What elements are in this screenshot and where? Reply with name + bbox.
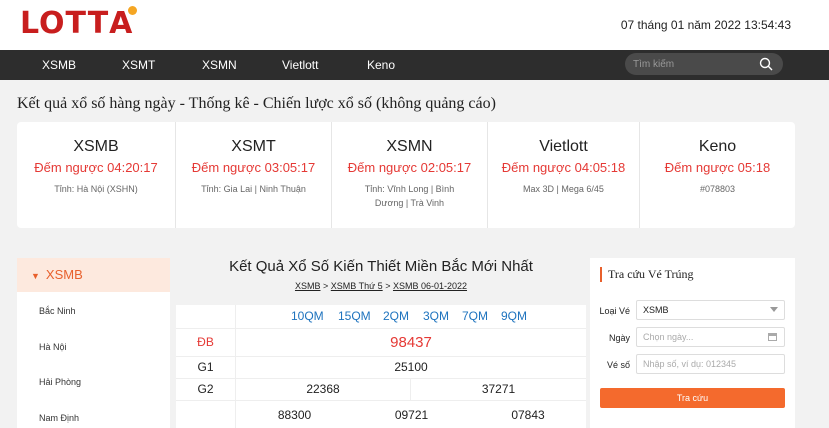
summary-countdown: Đếm ngược 04:20:17 (34, 160, 158, 175)
results-panel: Kết Quả Xổ Số Kiến Thiết Miền Bắc Mới Nh… (176, 250, 586, 428)
summary-countdown: Đếm ngược 05:18 (664, 160, 771, 175)
ticket-number-placeholder: Nhập số, ví dụ: 012345 (643, 359, 737, 369)
lookup-title: Tra cứu Vé Trúng (600, 267, 694, 282)
current-datetime: 07 tháng 01 năm 2022 13:54:43 (620, 18, 791, 32)
prize-label: G1 (176, 357, 236, 378)
prize-value: 25100 (394, 360, 428, 374)
quick-links-spacer (176, 305, 236, 328)
summary-subtitle: Tỉnh: Hà Nội (XSHN) (54, 184, 138, 194)
results-title: Kết Quả Xổ Số Kiến Thiết Miền Bắc Mới Nh… (229, 258, 533, 275)
lottery-summary: XSMB Đếm ngược 04:20:17 Tỉnh: Hà Nội (XS… (17, 122, 795, 228)
breadcrumb-separator: > (323, 281, 329, 291)
search-input[interactable] (633, 56, 753, 72)
chevron-down-icon (770, 307, 778, 312)
summary-countdown: Đếm ngược 02:05:17 (347, 160, 472, 175)
logo-text: LOTT (20, 5, 110, 41)
nav-item-vietlott[interactable]: Vietlott (282, 50, 318, 80)
ticket-lookup-panel: Tra cứu Vé Trúng Loại Vé XSMB Ngày Chọn … (590, 258, 795, 428)
lookup-button[interactable]: Tra cứu (600, 388, 785, 408)
ticket-type-select[interactable]: XSMB (636, 300, 785, 320)
summary-title: XSMN (386, 138, 433, 155)
logo-dot-icon (128, 5, 138, 15)
quick-link-3qm[interactable]: 3QM (423, 309, 449, 323)
nav-item-keno[interactable]: Keno (367, 50, 395, 80)
sidebar-head-label: XSMB (45, 267, 83, 282)
sidebar-item-bac-ninh[interactable]: Bắc Ninh (17, 301, 170, 321)
sidebar-item-hai-phong[interactable]: Hải Phòng (17, 372, 170, 392)
special-prize-value: 98437 (390, 334, 432, 351)
summary-xsmt[interactable]: XSMT Đếm ngược 03:05:17 Tỉnh: Gia Lai | … (175, 122, 331, 228)
date-label: Ngày (608, 333, 630, 343)
table-row-g1: G1 25100 (176, 356, 586, 378)
ticket-number-label: Vé số (606, 360, 630, 370)
summary-subtitle: Max 3D | Mega 6/45 (523, 184, 604, 194)
summary-vietlott[interactable]: Vietlott Đếm ngược 04:05:18 Max 3D | Meg… (487, 122, 639, 228)
sidebar-item-nam-dinh[interactable]: Nam Định (17, 408, 170, 428)
caret-down-icon: ▼ (31, 271, 40, 281)
nav-item-xsmn[interactable]: XSMN (202, 50, 237, 80)
table-row-g3: 88300 09721 07843 (176, 400, 586, 428)
summary-subtitle: Tỉnh: Gia Lai | Ninh Thuận (201, 184, 306, 194)
prize-label: G2 (176, 379, 236, 400)
site-logo[interactable]: LOTT A (20, 5, 138, 41)
logo-last-letter: A (109, 5, 138, 41)
sidebar-head-xsmb[interactable]: ▼ XSMB (17, 258, 170, 292)
nav-item-xsmb[interactable]: XSMB (42, 50, 76, 80)
table-row-special-prize: ĐB 98437 (176, 328, 586, 356)
breadcrumb-xsmb[interactable]: XSMB (295, 281, 321, 291)
summary-subtitle: Tỉnh: Vĩnh Long | Bình Dương | Trà Vinh (364, 184, 455, 208)
summary-title: Keno (698, 138, 737, 155)
prize-value: 22368 (236, 379, 411, 400)
quick-link-7qm[interactable]: 7QM (462, 309, 488, 323)
quick-link-2qm[interactable]: 2QM (383, 309, 409, 323)
page-tagline: Kết quả xổ số hàng ngày - Thống kê - Chi… (17, 95, 496, 112)
search-box (625, 53, 783, 75)
summary-xsmn[interactable]: XSMN Đếm ngược 02:05:17 Tỉnh: Vĩnh Long … (331, 122, 487, 228)
quick-link-9qm[interactable]: 9QM (501, 309, 527, 323)
main-nav: XSMB XSMT XSMN Vietlott Keno (0, 50, 829, 80)
summary-keno[interactable]: Keno Đếm ngược 05:18 #078803 (639, 122, 795, 228)
prize-value: 07843 (511, 408, 545, 422)
table-row-g2: G2 22368 37271 (176, 378, 586, 400)
sidebar-item-ha-noi[interactable]: Hà Nội (17, 337, 170, 357)
region-sidebar: ▼ XSMB Bắc Ninh Hà Nội Hải Phòng Nam Định (17, 258, 170, 428)
breadcrumb-date[interactable]: XSMB 06-01-2022 (393, 281, 467, 291)
prize-label (176, 401, 236, 428)
calendar-icon (768, 333, 777, 341)
summary-title: XSMB (73, 138, 119, 155)
prize-label: ĐB (176, 329, 236, 356)
quick-link-15qm[interactable]: 15QM (338, 309, 371, 323)
quick-link-10qm[interactable]: 10QM (291, 309, 324, 323)
summary-title: Vietlott (539, 138, 588, 155)
quick-links-row: 10QM 15QM 2QM 3QM 7QM 9QM (176, 305, 586, 328)
nav-item-xsmt[interactable]: XSMT (122, 50, 155, 80)
date-placeholder: Chọn ngày... (643, 332, 694, 342)
summary-xsmb[interactable]: XSMB Đếm ngược 04:20:17 Tỉnh: Hà Nội (XS… (17, 122, 175, 228)
summary-countdown: Đếm ngược 04:05:18 (501, 160, 626, 175)
summary-subtitle: #078803 (699, 184, 736, 194)
summary-title: XSMT (231, 138, 276, 155)
search-icon[interactable] (759, 57, 773, 71)
prize-value: 37271 (481, 382, 516, 396)
ticket-type-label: Loại Vé (599, 306, 630, 316)
prize-value: 09721 (394, 408, 429, 422)
summary-countdown: Đếm ngược 03:05:17 (191, 160, 316, 175)
breadcrumb-xsmb-thu-5[interactable]: XSMB Thứ 5 (331, 281, 383, 291)
prize-value: 88300 (277, 408, 312, 422)
breadcrumb: XSMB > XSMB Thứ 5 > XSMB 06-01-2022 (176, 281, 586, 291)
breadcrumb-separator: > (385, 281, 391, 291)
ticket-number-field[interactable]: Nhập số, ví dụ: 012345 (636, 354, 785, 374)
results-table: 10QM 15QM 2QM 3QM 7QM 9QM ĐB 98437 G1 25… (176, 305, 586, 428)
date-field[interactable]: Chọn ngày... (636, 327, 785, 347)
top-header: LOTT A 07 tháng 01 năm 2022 13:54:43 (0, 0, 829, 50)
ticket-type-value: XSMB (643, 305, 669, 315)
